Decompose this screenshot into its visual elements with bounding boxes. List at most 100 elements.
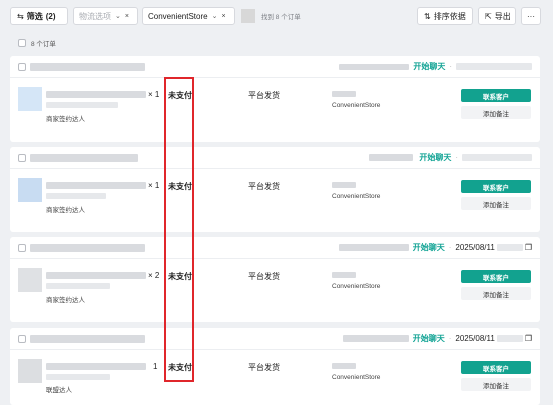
shipping-method: 平台发货 (248, 272, 280, 281)
more-icon: ··· (527, 11, 535, 21)
sort-icon: ⇅ (424, 11, 431, 21)
shipping-method: 平台发货 (248, 91, 280, 100)
order-card: 开始聊天 · 商家签约达人 × 1 未支付 平台发货 ConvenientSto… (10, 56, 540, 142)
copy-icon[interactable]: ❐ (525, 243, 532, 252)
product-image[interactable] (18, 359, 42, 383)
chevron-down-icon: ⌄ (211, 13, 218, 20)
logistics-select[interactable]: 物流选项 ⌄ × (73, 7, 138, 25)
store-select[interactable]: ConvenientStore ⌄ × (142, 7, 235, 25)
order-checkbox[interactable] (18, 243, 26, 252)
start-chat-link[interactable]: 开始聊天 (413, 242, 445, 253)
product-image[interactable] (18, 87, 42, 111)
order-checkbox[interactable] (18, 334, 26, 343)
start-chat-link[interactable]: 开始聊天 (413, 61, 445, 72)
customer-name-redacted (342, 335, 409, 342)
time-redacted (496, 335, 523, 342)
payment-status: 未支付 (168, 182, 192, 191)
toolbar: ⇆ 筛选 (2) 物流选项 ⌄ × ConvenientStore ⌄ × 找到… (10, 5, 541, 27)
product-title-redacted (46, 91, 146, 98)
filter-label: 筛选 (26, 11, 43, 21)
buyer-name-redacted (332, 182, 356, 188)
add-note-button[interactable]: 添加备注 (461, 197, 531, 210)
order-card-header: 开始聊天 · 2025/08/11 ❐ (10, 328, 540, 350)
filter-button[interactable]: ⇆ 筛选 (2) (10, 7, 68, 25)
contact-customer-button[interactable]: 联系客户 (461, 361, 531, 374)
add-note-button[interactable]: 添加备注 (461, 106, 531, 119)
item-quantity: 1 (153, 362, 158, 371)
contact-customer-button[interactable]: 联系客户 (461, 89, 531, 102)
filter-icon: ⇆ (17, 11, 24, 21)
item-quantity: × 1 (148, 90, 160, 99)
order-card-header: 开始聊天 · (10, 147, 540, 169)
start-chat-link[interactable]: 开始聊天 (413, 333, 445, 344)
copy-icon[interactable]: ❐ (525, 334, 532, 343)
order-checkbox[interactable] (18, 62, 26, 71)
contact-customer-button[interactable]: 联系客户 (461, 180, 531, 193)
sort-button[interactable]: ⇅ 排序依据 (417, 7, 473, 25)
creator-tag: 商家签约达人 (46, 207, 85, 214)
creator-tag: 联盟达人 (46, 387, 72, 394)
order-id-redacted (30, 334, 145, 343)
item-quantity: × 1 (148, 181, 160, 190)
chevron-down-icon: ⌄ (115, 13, 121, 20)
order-card-header: 开始聊天 · 2025/08/11 ❐ (10, 237, 540, 259)
product-image[interactable] (18, 268, 42, 292)
export-label: 导出 (494, 11, 511, 21)
payment-status: 未支付 (168, 363, 192, 372)
buyer-name-redacted (332, 91, 356, 97)
sort-label: 排序依据 (433, 11, 466, 21)
payment-status: 未支付 (168, 91, 192, 100)
customer-name-redacted (369, 154, 414, 161)
product-sku-redacted (46, 374, 110, 380)
shipping-method: 平台发货 (248, 182, 280, 191)
export-button[interactable]: ⇱ 导出 (478, 7, 516, 25)
order-card: 开始聊天 · 2025/08/11 ❐ 商家签约达人 × 2 未支付 平台发货 … (10, 237, 540, 322)
product-image[interactable] (18, 178, 42, 202)
creator-tag: 商家签约达人 (46, 116, 85, 123)
store-name: ConvenientStore (332, 283, 381, 290)
creator-tag: 商家签约达人 (46, 297, 85, 304)
buyer-name-redacted (332, 363, 356, 369)
product-sku-redacted (46, 102, 118, 108)
clear-icon[interactable]: × (125, 13, 129, 20)
order-date: 2025/08/11 (455, 243, 495, 252)
store-name: ConvenientStore (332, 374, 381, 381)
store-select-value: ConvenientStore (148, 11, 208, 21)
date-redacted (462, 154, 532, 161)
product-title-redacted (46, 272, 146, 279)
order-card: 开始聊天 · 2025/08/11 ❐ 联盟达人 1 未支付 平台发货 Conv… (10, 328, 540, 405)
order-card: 开始聊天 · 商家签约达人 × 1 未支付 平台发货 ConvenientSto… (10, 147, 540, 232)
order-id-redacted (30, 153, 138, 162)
payment-status: 未支付 (168, 272, 192, 281)
order-id-redacted (30, 62, 145, 71)
add-note-button[interactable]: 添加备注 (461, 287, 531, 300)
order-date: 2025/08/11 (455, 334, 495, 343)
order-count: 8 个订单 (31, 41, 56, 48)
product-sku-redacted (46, 283, 110, 289)
export-icon: ⇱ (485, 11, 492, 21)
clear-icon[interactable]: × (221, 13, 225, 20)
date-redacted (456, 63, 532, 70)
product-sku-redacted (46, 193, 106, 199)
customer-name-redacted (339, 63, 410, 70)
order-card-header: 开始聊天 · (10, 56, 540, 78)
order-id-redacted (30, 243, 145, 252)
logistics-placeholder: 物流选项 (79, 11, 111, 21)
found-count: 找到 8 个订单 (261, 14, 301, 21)
more-button[interactable]: ··· (521, 7, 541, 25)
filter-count: (2) (45, 11, 56, 21)
select-all-row: 8 个订单 (18, 38, 56, 48)
item-quantity: × 2 (148, 271, 160, 280)
customer-name-redacted (338, 244, 409, 251)
store-name: ConvenientStore (332, 193, 381, 200)
product-title-redacted (46, 363, 146, 370)
time-redacted (496, 244, 523, 251)
contact-customer-button[interactable]: 联系客户 (461, 270, 531, 283)
store-name: ConvenientStore (332, 102, 381, 109)
start-chat-link[interactable]: 开始聊天 (419, 152, 451, 163)
select-all-checkbox[interactable] (18, 39, 26, 47)
shipping-method: 平台发货 (248, 363, 280, 372)
order-checkbox[interactable] (18, 153, 26, 162)
product-title-redacted (46, 182, 146, 189)
add-note-button[interactable]: 添加备注 (461, 378, 531, 391)
